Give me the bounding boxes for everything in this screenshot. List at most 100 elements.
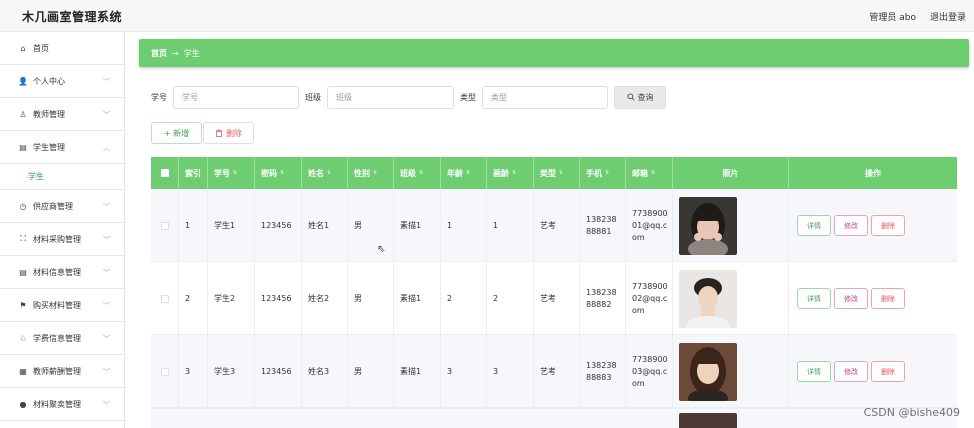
breadcrumb-current: 学生 [183, 48, 200, 58]
column-header[interactable]: 密码 ⇅ [255, 157, 302, 189]
edit-button[interactable]: 修改 [834, 288, 868, 309]
pin-icon: ● [19, 399, 27, 409]
app-title: 木几画室管理系统 [22, 10, 123, 24]
column-header[interactable]: 画龄 ⇅ [487, 157, 534, 189]
sidebar-item-material-purchase[interactable]: ⛶ 材料采购管理 ﹀ [0, 223, 124, 256]
cell-password: 123456 [255, 262, 302, 335]
sidebar: ⌂ 首页 👤 个人中心 ﹀ ♙ 教师管理 ﹀ ▤ 学生管理 ︿ 学生 ◷ 供应商管理 ﹀ ⛶ 材料采… [0, 32, 125, 428]
cell-student-id: 学生2 [208, 262, 255, 335]
sidebar-item-profile[interactable]: 👤 个人中心 ﹀ [0, 65, 124, 98]
row-actions: 详情 修改 删除 [789, 262, 957, 335]
sort-icon[interactable]: ⇅ [512, 170, 516, 176]
edit-button[interactable]: 修改 [834, 215, 868, 236]
table-header: 索引 学号 ⇅ 密码 ⇅ 姓名 ⇅ 性别 ⇅ 班级 ⇅ 年龄 ⇅ 画龄 ⇅ 类型 ⇅ 手机 ⇅ 邮… [151, 157, 957, 189]
cell-age: 1 [441, 189, 487, 262]
sort-icon[interactable]: ⇅ [651, 170, 655, 176]
table-row: 1 学生1 123456 姓名1 男 素描1 1 1 艺考 1382388888… [151, 189, 957, 262]
sidebar-item-label: 材料采购管理 [33, 234, 81, 244]
class-label: 班级 [305, 92, 321, 102]
cell-type: 艺考 [534, 189, 580, 262]
sidebar-item-tuition[interactable]: ♘ 学费信息管理 ﹀ [0, 322, 124, 355]
class-input[interactable]: 班级 [327, 85, 454, 109]
cell-years: 2 [487, 262, 534, 335]
column-header[interactable]: 姓名 ⇅ [302, 157, 348, 189]
teacher-icon: ♙ [19, 109, 27, 119]
sidebar-item-teacher-salary[interactable]: ▦ 教师薪酬管理 ﹀ [0, 355, 124, 388]
sidebar-item-material-info[interactable]: ▤ 材料信息管理 ﹀ [0, 256, 124, 289]
cell-years: 3 [487, 335, 534, 408]
batch-delete-label: 删除 [226, 128, 242, 138]
detail-button[interactable]: 详情 [797, 215, 831, 236]
column-header[interactable]: 性别 ⇅ [348, 157, 394, 189]
detail-button[interactable]: 详情 [797, 288, 831, 309]
row-checkbox[interactable] [151, 335, 179, 408]
select-all-checkbox[interactable] [151, 157, 179, 189]
sort-icon[interactable]: ⇅ [327, 170, 331, 176]
delete-button[interactable]: 删除 [871, 288, 905, 309]
student-photo [679, 342, 737, 401]
column-header[interactable]: 手机 ⇅ [580, 157, 626, 189]
add-button[interactable]: + 新增 [151, 122, 202, 144]
sort-icon[interactable]: ⇅ [373, 170, 377, 176]
delete-button[interactable]: 删除 [871, 215, 905, 236]
batch-delete-button[interactable]: 删除 [203, 122, 254, 144]
cell-password: 123456 [255, 335, 302, 408]
cell-password: 123456 [255, 189, 302, 262]
column-header[interactable]: 邮箱 ⇅ [626, 157, 673, 189]
column-header[interactable]: 索引 [179, 157, 208, 189]
sort-icon[interactable]: ⇅ [466, 170, 470, 176]
search-bar: 学号 学号 班级 班级 类型 类型 查询 [151, 85, 666, 109]
sidebar-item-students[interactable]: ▤ 学生管理 ︿ [0, 131, 124, 164]
cell-phone: 13823888881 [580, 189, 626, 262]
type-input[interactable]: 类型 [482, 85, 608, 109]
sidebar-item-home[interactable]: ⌂ 首页 [0, 32, 124, 65]
search-button[interactable]: 查询 [614, 85, 666, 109]
column-header[interactable]: 班级 ⇅ [394, 157, 441, 189]
flag-icon: ⚑ [19, 300, 27, 310]
search-icon [626, 93, 635, 101]
cell-class: 素描1 [394, 262, 441, 335]
sidebar-item-suppliers[interactable]: ◷ 供应商管理 ﹀ [0, 190, 124, 223]
sidebar-item-label: 教师管理 [33, 109, 65, 119]
edit-button[interactable]: 修改 [834, 361, 868, 382]
sidebar-item-label: 材料信息管理 [33, 267, 81, 277]
sort-icon[interactable]: ⇅ [233, 170, 237, 176]
student-photo [679, 413, 737, 428]
cell-email: 773890001@qq.com [626, 189, 673, 262]
column-header[interactable]: 学号 ⇅ [208, 157, 255, 189]
cell-gender: 男 [348, 335, 394, 408]
student-id-input[interactable]: 学号 [173, 85, 299, 109]
home-icon: ⌂ [20, 43, 26, 53]
sort-icon[interactable]: ⇅ [419, 170, 423, 176]
detail-button[interactable]: 详情 [797, 361, 831, 382]
cell-name: 姓名2 [302, 262, 348, 335]
table-row: 2 学生2 123456 姓名2 男 素描1 2 2 艺考 1382388888… [151, 262, 957, 335]
column-header[interactable]: 类型 ⇅ [534, 157, 580, 189]
column-header: 操作 [865, 168, 881, 178]
sort-icon[interactable]: ⇅ [559, 170, 563, 176]
delete-button[interactable]: 删除 [871, 361, 905, 382]
cell-type: 艺考 [534, 335, 580, 408]
breadcrumb-home[interactable]: 首页 [151, 48, 167, 59]
sort-icon[interactable]: ⇅ [280, 170, 284, 176]
sidebar-item-teachers[interactable]: ♙ 教师管理 ﹀ [0, 98, 124, 131]
logout-link[interactable]: 退出登录 [930, 10, 966, 23]
row-actions: 详情 修改 删除 [789, 335, 957, 408]
row-actions: 详情 修改 删除 [789, 189, 957, 262]
column-header[interactable]: 年龄 ⇅ [441, 157, 487, 189]
cell-index: 3 [179, 335, 208, 408]
row-checkbox[interactable] [151, 262, 179, 335]
cell-email: 773890002@qq.com [626, 262, 673, 335]
cell-photo [673, 335, 789, 408]
chevron-down-icon: ﹀ [103, 203, 110, 211]
checkbox-icon [160, 221, 169, 230]
cell-age: 3 [441, 335, 487, 408]
chevron-down-icon: ﹀ [103, 335, 110, 343]
cell-name: 姓名3 [302, 335, 348, 408]
sidebar-subitem-student[interactable]: 学生 [0, 164, 124, 190]
sidebar-item-material-sales[interactable]: ● 材料聚卖管理 ﹀ [0, 388, 124, 421]
chevron-down-icon: ﹀ [103, 401, 110, 409]
sort-icon[interactable]: ⇅ [605, 170, 609, 176]
row-checkbox[interactable] [151, 189, 179, 262]
sidebar-item-buy-material[interactable]: ⚑ 购买材料管理 ﹀ [0, 289, 124, 322]
